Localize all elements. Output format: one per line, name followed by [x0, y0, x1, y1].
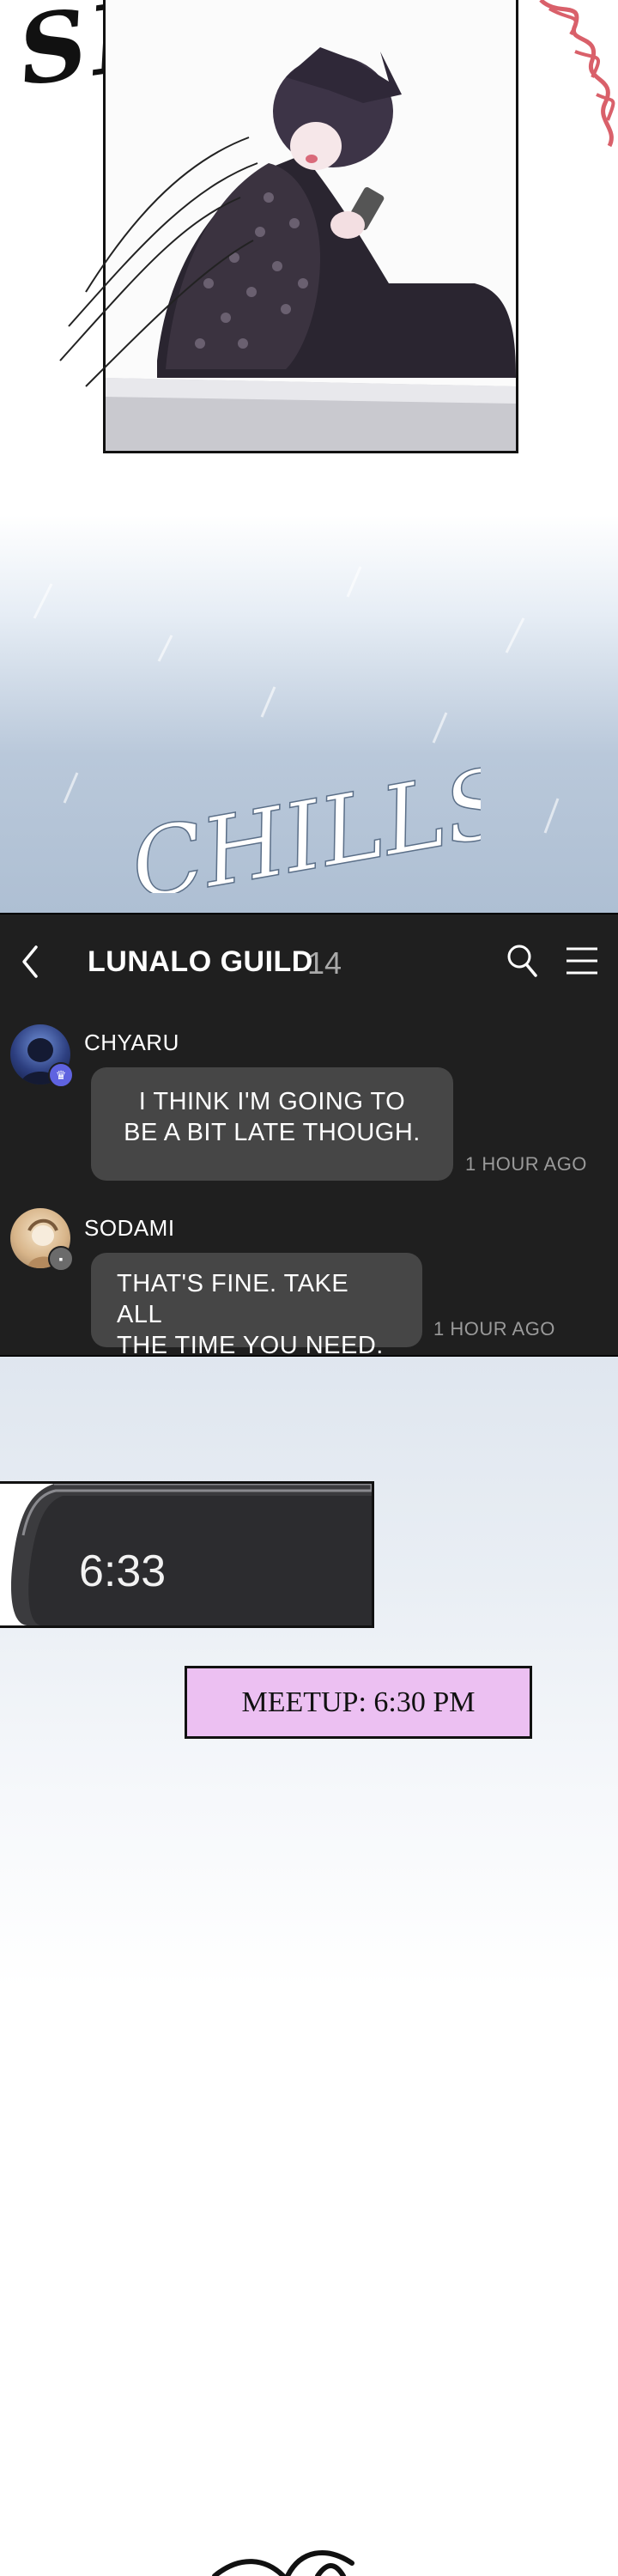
message-bubble[interactable]: I THINK I'M GOING TO BE A BIT LATE THOUG… [91, 1067, 453, 1181]
phone-illustration [0, 1484, 372, 1625]
menu-icon[interactable] [563, 945, 601, 976]
message-timestamp: 1 HOUR AGO [433, 1318, 555, 1340]
username: SODAMI [84, 1215, 175, 1241]
grid-icon: ▪ [48, 1246, 74, 1272]
phone-panel [0, 1481, 374, 1628]
svg-text:CHILLS: CHILLS [123, 756, 481, 893]
search-icon[interactable] [505, 942, 539, 980]
member-count: 14 [307, 945, 342, 981]
meetup-caption: MEETUP: 6:30 PM [185, 1666, 532, 1739]
message-text-line: THE TIME YOU NEED. [117, 1332, 384, 1359]
partial-sound-effect [212, 2550, 354, 2576]
crown-icon: ♛ [48, 1062, 74, 1088]
username: CHYARU [84, 1030, 179, 1055]
message-text-line: I THINK I'M GOING TO [138, 1088, 406, 1115]
coil-decoration [539, 0, 615, 148]
message-text-line: BE A BIT LATE THOUGH. [124, 1119, 421, 1146]
chills-sound-effect: CHILLS [122, 756, 481, 893]
speed-lines [59, 137, 258, 387]
message-bubble[interactable]: THAT'S FINE. TAKE ALL THE TIME YOU NEED. [91, 1253, 422, 1359]
phone-clock: 6:33 [79, 1546, 167, 1596]
chat-header: LUNALO GUILD 14 [0, 914, 618, 1009]
message-text-line: THAT'S FINE. TAKE ALL [117, 1270, 349, 1328]
message-timestamp: 1 HOUR AGO [465, 1153, 587, 1175]
chevron-left-icon[interactable] [17, 940, 43, 983]
chat-title: LUNALO GUILD [88, 945, 313, 978]
group-chat-screen: LUNALO GUILD 14 ♛ CHYARU I THINK I'M GOI… [0, 913, 618, 1359]
